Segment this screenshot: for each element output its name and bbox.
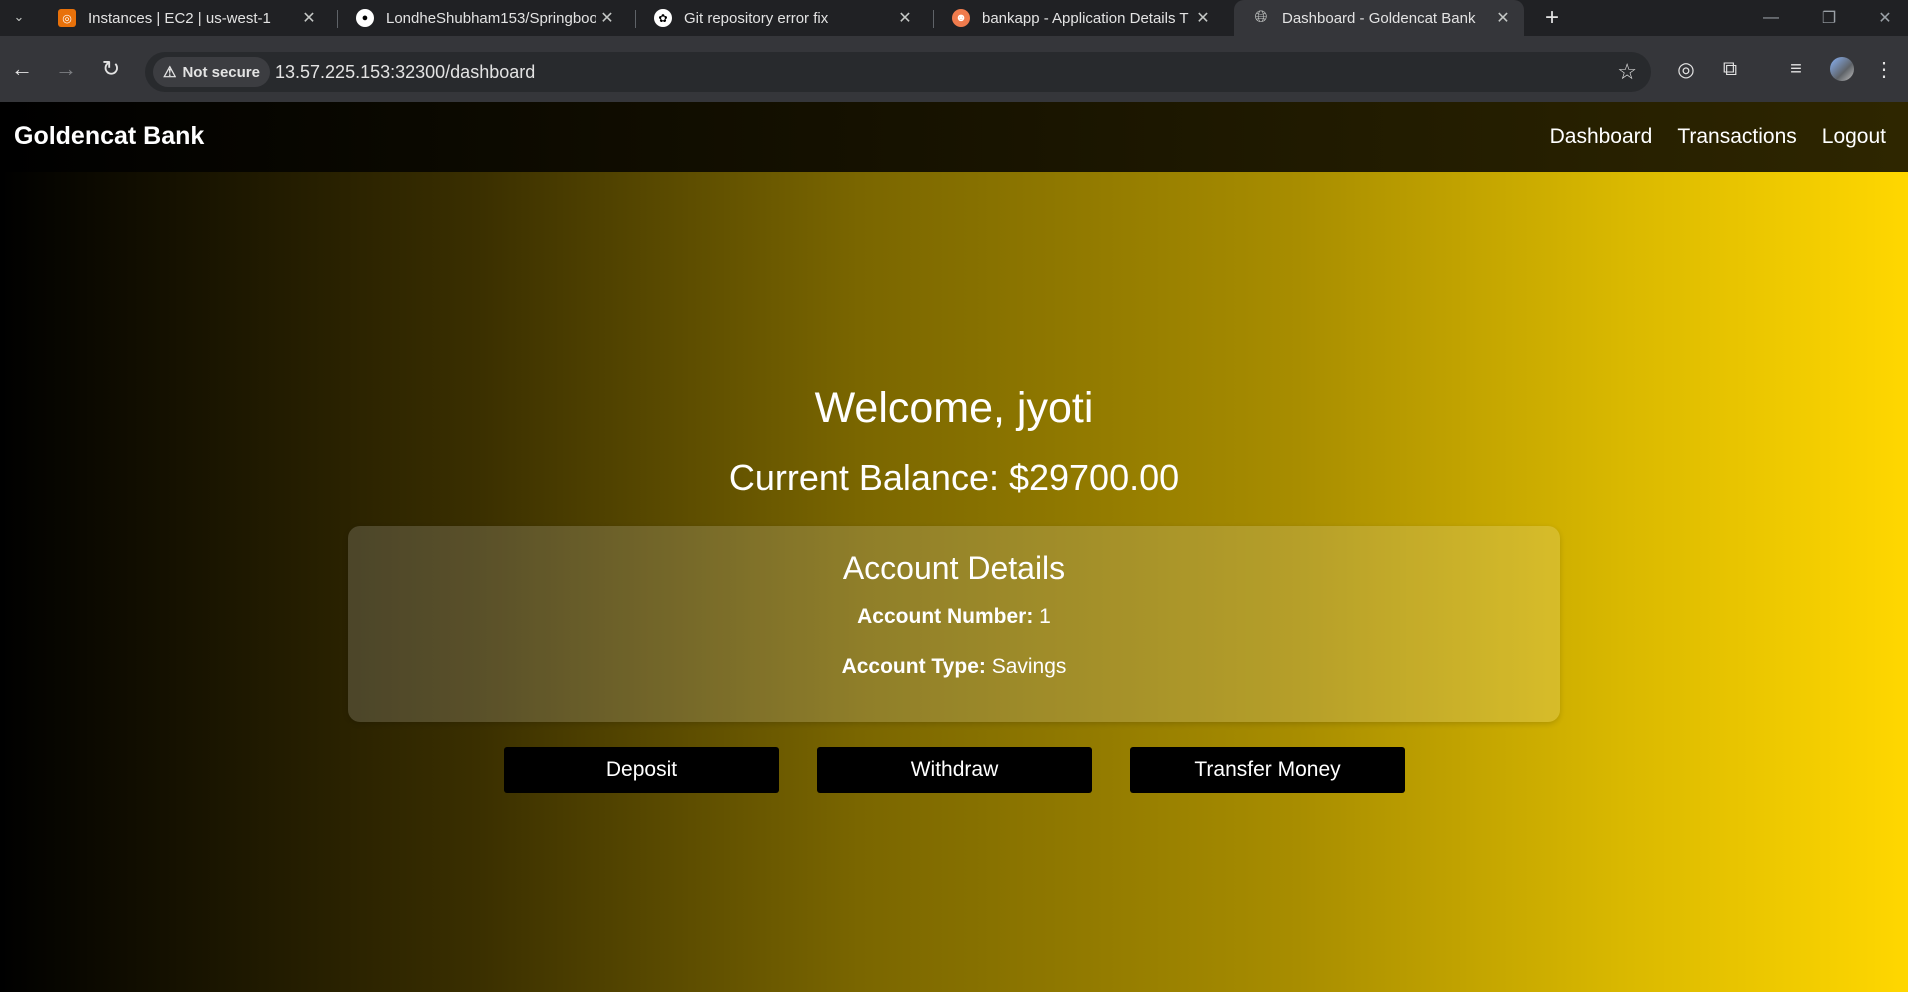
browser-tab[interactable]: ✿ Git repository error fix ✕ <box>636 0 926 36</box>
deposit-button[interactable]: Deposit <box>504 747 779 793</box>
security-chip[interactable]: ⚠ Not secure <box>153 57 270 87</box>
browser-tab[interactable]: ● LondheShubham153/Springboot ✕ <box>338 0 628 36</box>
account-details-title: Account Details <box>842 550 1066 586</box>
tab-title: LondheShubham153/Springboot <box>386 9 596 27</box>
page-content: Goldencat Bank Dashboard Transactions Lo… <box>0 102 1908 992</box>
security-label: Not secure <box>182 63 260 81</box>
close-tab-icon[interactable]: ✕ <box>298 8 320 28</box>
transfer-money-button[interactable]: Transfer Money <box>1130 747 1405 793</box>
more-menu-icon[interactable]: ⋮ <box>1864 49 1904 89</box>
browser-tab[interactable]: ◎ Instances | EC2 | us-west-1 ✕ <box>40 0 330 36</box>
warning-icon: ⚠ <box>163 64 177 81</box>
tab-title: bankapp - Application Details T <box>982 9 1189 27</box>
account-type-value: Savings <box>985 655 1067 678</box>
nav-logout-link[interactable]: Logout <box>1822 125 1886 149</box>
account-number-value: 1 <box>1033 605 1051 628</box>
forward-icon[interactable]: → <box>46 49 86 89</box>
chatgpt-icon: ✿ <box>654 9 672 27</box>
browser-tab-active[interactable]: 🌐︎ Dashboard - Goldencat Bank ✕ <box>1234 0 1524 36</box>
url-text[interactable]: 13.57.225.153:32300/dashboard <box>275 52 535 92</box>
tab-search-icon[interactable]: ⌄ <box>8 6 30 28</box>
tab-title: Dashboard - Goldencat Bank <box>1282 9 1476 27</box>
nav-links: Dashboard Transactions Logout <box>1550 102 1886 172</box>
profile-avatar[interactable] <box>1822 49 1862 89</box>
back-icon[interactable]: ← <box>2 49 42 89</box>
account-number-label: Account Number: <box>857 605 1034 628</box>
close-tab-icon[interactable]: ✕ <box>1192 8 1214 28</box>
account-type-label: Account Type: <box>841 655 986 678</box>
account-details-card: Account Details Account Number: 1 Accoun… <box>348 526 1560 722</box>
window-close-icon[interactable]: ✕ <box>1862 0 1908 36</box>
close-tab-icon[interactable]: ✕ <box>596 8 618 28</box>
restore-icon[interactable]: ❐ <box>1806 0 1852 36</box>
github-icon: ● <box>356 9 374 27</box>
browser-tab[interactable]: ☻ bankapp - Application Details T ✕ <box>934 0 1224 36</box>
app-navbar: Goldencat Bank Dashboard Transactions Lo… <box>0 102 1908 172</box>
minimize-icon[interactable]: — <box>1748 0 1794 36</box>
lens-icon[interactable]: ◎ <box>1666 49 1706 89</box>
nav-transactions-link[interactable]: Transactions <box>1677 125 1796 149</box>
browser-tabstrip: ⌄ ◎ Instances | EC2 | us-west-1 ✕ ● Lond… <box>0 0 1908 36</box>
action-buttons: Deposit Withdraw Transfer Money <box>504 747 1405 793</box>
new-tab-icon[interactable]: + <box>1538 4 1566 32</box>
tab-title: Git repository error fix <box>684 9 829 27</box>
withdraw-button[interactable]: Withdraw <box>817 747 1092 793</box>
address-bar[interactable]: ⚠ Not secure 13.57.225.153:32300/dashboa… <box>145 52 1651 92</box>
brand-logo[interactable]: Goldencat Bank <box>14 102 204 172</box>
extensions-icon[interactable]: ⧉ <box>1710 49 1750 89</box>
browser-toolbar: ← → ↻ ⚠ Not secure 13.57.225.153:32300/d… <box>0 36 1908 102</box>
argocd-icon: ☻ <box>952 9 970 27</box>
media-control-icon[interactable]: ≡ <box>1776 49 1816 89</box>
nav-dashboard-link[interactable]: Dashboard <box>1550 125 1653 149</box>
reload-icon[interactable]: ↻ <box>91 49 131 89</box>
account-number-row: Account Number: 1 <box>348 605 1560 629</box>
aws-icon: ◎ <box>58 9 76 27</box>
welcome-heading: Welcome, jyoti <box>814 384 1094 432</box>
tab-title: Instances | EC2 | us-west-1 <box>88 9 271 27</box>
close-tab-icon[interactable]: ✕ <box>1492 8 1514 28</box>
bookmark-star-icon[interactable]: ☆ <box>1617 52 1637 92</box>
globe-icon: 🌐︎ <box>1254 9 1268 26</box>
account-type-row: Account Type: Savings <box>348 655 1560 679</box>
close-tab-icon[interactable]: ✕ <box>894 8 916 28</box>
current-balance: Current Balance: $29700.00 <box>728 457 1180 498</box>
